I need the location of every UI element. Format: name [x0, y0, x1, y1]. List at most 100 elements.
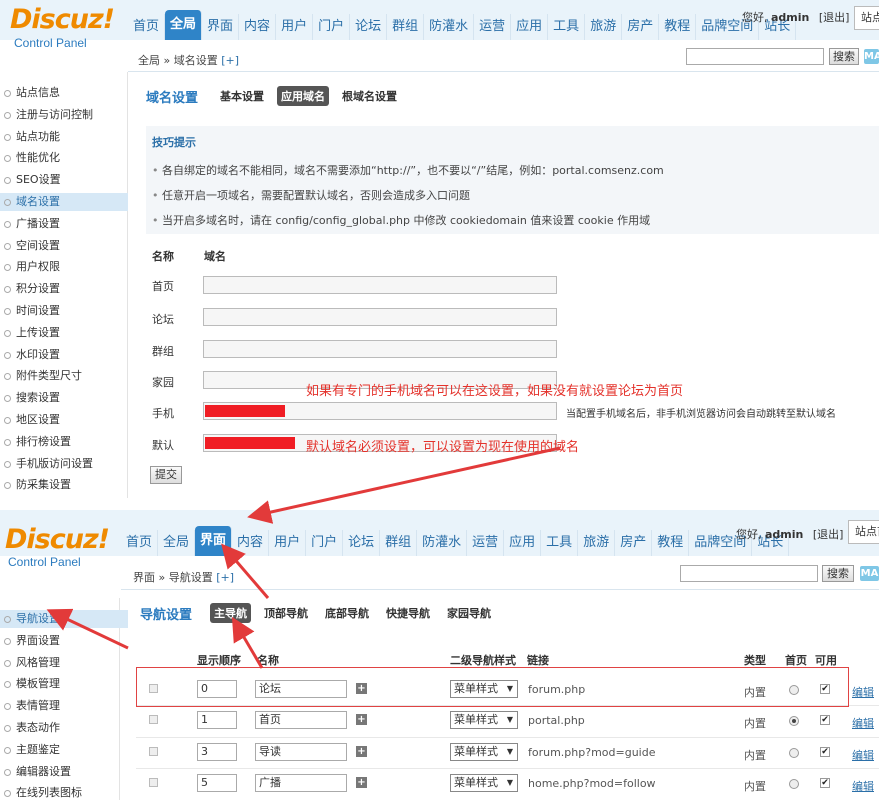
top-nav-8[interactable]: 防灌水 [424, 14, 475, 40]
row-2-home-radio[interactable] [789, 748, 799, 758]
row-3-add-sub-icon[interactable]: + [356, 777, 367, 788]
forum-row-highlight [136, 667, 849, 707]
row-1-add-sub-icon[interactable]: + [356, 714, 367, 725]
row-1-edit-link[interactable]: 编辑 [852, 715, 874, 731]
top-breadcrumb: 全局 » 域名设置 [+] [138, 54, 240, 67]
row-1-home-radio[interactable] [789, 716, 799, 726]
top-logo: Discuz! [10, 4, 115, 35]
top-nav-4[interactable]: 用户 [276, 14, 314, 40]
top-sidebar-item-15[interactable]: 地区设置 [0, 411, 128, 429]
top-sidebar-item-12[interactable]: 水印设置 [0, 346, 128, 364]
top-greeting: 您好, admin [退出] [742, 11, 850, 24]
row-2-enabled-checkbox[interactable]: ✔ [820, 747, 830, 757]
top-tab-1[interactable]: 应用域名 [277, 86, 330, 106]
top-sidebar-item-3[interactable]: 性能优化 [0, 149, 128, 167]
row-3-home-radio[interactable] [789, 779, 799, 789]
top-mobile-hint: 当配置手机域名后，非手机浏览器访问会自动跳转至默认域名 [566, 409, 836, 420]
row-3-divider [136, 768, 879, 769]
top-row-label-mobile: 手机 [152, 407, 174, 420]
top-submit-button[interactable]: 提交 [150, 466, 182, 484]
top-tab-0[interactable]: 基本设置 [216, 86, 268, 106]
top-sidebar-item-0[interactable]: 站点信息 [0, 84, 128, 102]
row-1-select-checkbox[interactable] [149, 715, 158, 724]
top-nav-6[interactable]: 论坛 [350, 14, 388, 40]
top-row-label-forum: 论坛 [152, 313, 174, 326]
row-2-style-value: 菜单样式 [454, 745, 498, 758]
top-sidebar-item-11[interactable]: 上传设置 [0, 324, 128, 342]
row-3-enabled-checkbox[interactable]: ✔ [820, 778, 830, 788]
top-sidebar-item-13[interactable]: 附件类型尺寸 [0, 367, 128, 385]
top-nav-14[interactable]: 教程 [659, 14, 697, 40]
row-3-style-select[interactable]: 菜单样式 ▼ [450, 774, 518, 792]
bottom-panel: Discuz! Control Panel 首页 全局 界面 内容 用户 门户 论坛 群组 防灌… [0, 510, 879, 800]
top-nav-1[interactable]: 全局 [165, 10, 203, 40]
row-1-name-input[interactable]: 首页 [255, 711, 347, 729]
top-site-button[interactable]: 站点 [854, 6, 879, 30]
top-search-input[interactable] [686, 48, 824, 65]
row-2-name-input[interactable]: 导读 [255, 743, 347, 761]
row-1-type: 内置 [744, 717, 766, 730]
row-2-link: forum.php?mod=guide [528, 746, 656, 759]
top-ma-button[interactable]: MA [864, 49, 879, 64]
top-sidebar-item-8[interactable]: 用户权限 [0, 258, 128, 276]
row-1-order-input[interactable]: 1 [197, 711, 237, 729]
row-1-link: portal.php [528, 714, 585, 727]
top-sidebar-item-9[interactable]: 积分设置 [0, 280, 128, 298]
row-2-add-sub-icon[interactable]: + [356, 746, 367, 757]
top-nav-9[interactable]: 运营 [474, 14, 512, 40]
chevron-down-icon: ▼ [506, 715, 513, 724]
row-2-edit-link[interactable]: 编辑 [852, 747, 874, 763]
top-nav-12[interactable]: 旅游 [585, 14, 623, 40]
top-sidebar-item-1[interactable]: 注册与访问控制 [0, 106, 128, 124]
top-sidebar-item-16[interactable]: 排行榜设置 [0, 433, 128, 451]
note-default-domain: 默认域名必须设置，可以设置为现在使用的域名 [306, 440, 580, 455]
row-2-order-input[interactable]: 3 [197, 743, 237, 761]
top-nav-3[interactable]: 内容 [239, 14, 277, 40]
top-nav-13[interactable]: 房产 [622, 14, 660, 40]
top-tab-2[interactable]: 根域名设置 [338, 86, 401, 106]
top-main-nav: 首页 全局 界面 内容 用户 门户 论坛 群组 防灌水 运营 应用 工具 旅游 房产 教程 品牌空间 站长 [128, 8, 797, 40]
row-3-select-checkbox[interactable] [149, 778, 158, 787]
row-1-style-select[interactable]: 菜单样式 ▼ [450, 711, 518, 729]
top-domain-input-group[interactable] [203, 340, 557, 358]
top-row-label-home: 首页 [152, 280, 174, 293]
top-nav-11[interactable]: 工具 [548, 14, 586, 40]
top-breadcrumb-add[interactable]: [+] [221, 54, 239, 67]
row-1-style-value: 菜单样式 [454, 713, 498, 726]
row-0-edit-link[interactable]: 编辑 [852, 684, 874, 700]
top-tips-title: 技巧提示 [152, 136, 196, 149]
row-2-style-select[interactable]: 菜单样式 ▼ [450, 743, 518, 761]
top-sidebar-item-4[interactable]: SEO设置 [0, 171, 128, 189]
top-nav-2[interactable]: 界面 [202, 14, 240, 40]
row-1-enabled-checkbox[interactable]: ✔ [820, 715, 830, 725]
top-sidebar-item-6[interactable]: 广播设置 [0, 215, 128, 233]
row-3-edit-link[interactable]: 编辑 [852, 778, 874, 794]
top-row-label-default: 默认 [152, 439, 174, 452]
top-logout-link[interactable]: [退出] [819, 11, 850, 24]
row-3-name-input[interactable]: 广播 [255, 774, 347, 792]
top-tip-3: 当开启多域名时，请在 config/config_global.php 中修改 … [152, 212, 650, 228]
row-3-order-input[interactable]: 5 [197, 774, 237, 792]
top-domain-input-forum[interactable] [203, 308, 557, 326]
top-sidebar-item-5[interactable]: 域名设置 [0, 193, 128, 211]
top-sidebar-item-17[interactable]: 手机版访问设置 [0, 455, 128, 473]
top-domain-input-home[interactable] [203, 276, 557, 294]
top-sidebar-item-10[interactable]: 时间设置 [0, 302, 128, 320]
top-nav-0[interactable]: 首页 [128, 14, 166, 40]
top-search-button[interactable]: 搜索 [829, 48, 859, 65]
chevron-down-icon: ▼ [506, 778, 513, 787]
top-sidebar-item-2[interactable]: 站点功能 [0, 128, 128, 146]
top-sidebar-item-14[interactable]: 搜索设置 [0, 389, 128, 407]
top-panel: Discuz! Control Panel 首页 全局 界面 内容 用户 门户 论坛 群组 防灌… [0, 0, 879, 498]
row-2-divider [136, 737, 879, 738]
row-3-link: home.php?mod=follow [528, 777, 656, 790]
top-nav-7[interactable]: 群组 [387, 14, 425, 40]
top-nav-10[interactable]: 应用 [511, 14, 549, 40]
top-nav-5[interactable]: 门户 [313, 14, 351, 40]
row-2-select-checkbox[interactable] [149, 747, 158, 756]
row-2-type: 内置 [744, 749, 766, 762]
top-row-label-group: 群组 [152, 345, 174, 358]
top-sidebar-item-18[interactable]: 防采集设置 [0, 476, 128, 494]
note-mobile-domain: 如果有专门的手机域名可以在这设置，如果没有就设置论坛为首页 [306, 384, 684, 399]
top-sidebar-item-7[interactable]: 空间设置 [0, 237, 128, 255]
